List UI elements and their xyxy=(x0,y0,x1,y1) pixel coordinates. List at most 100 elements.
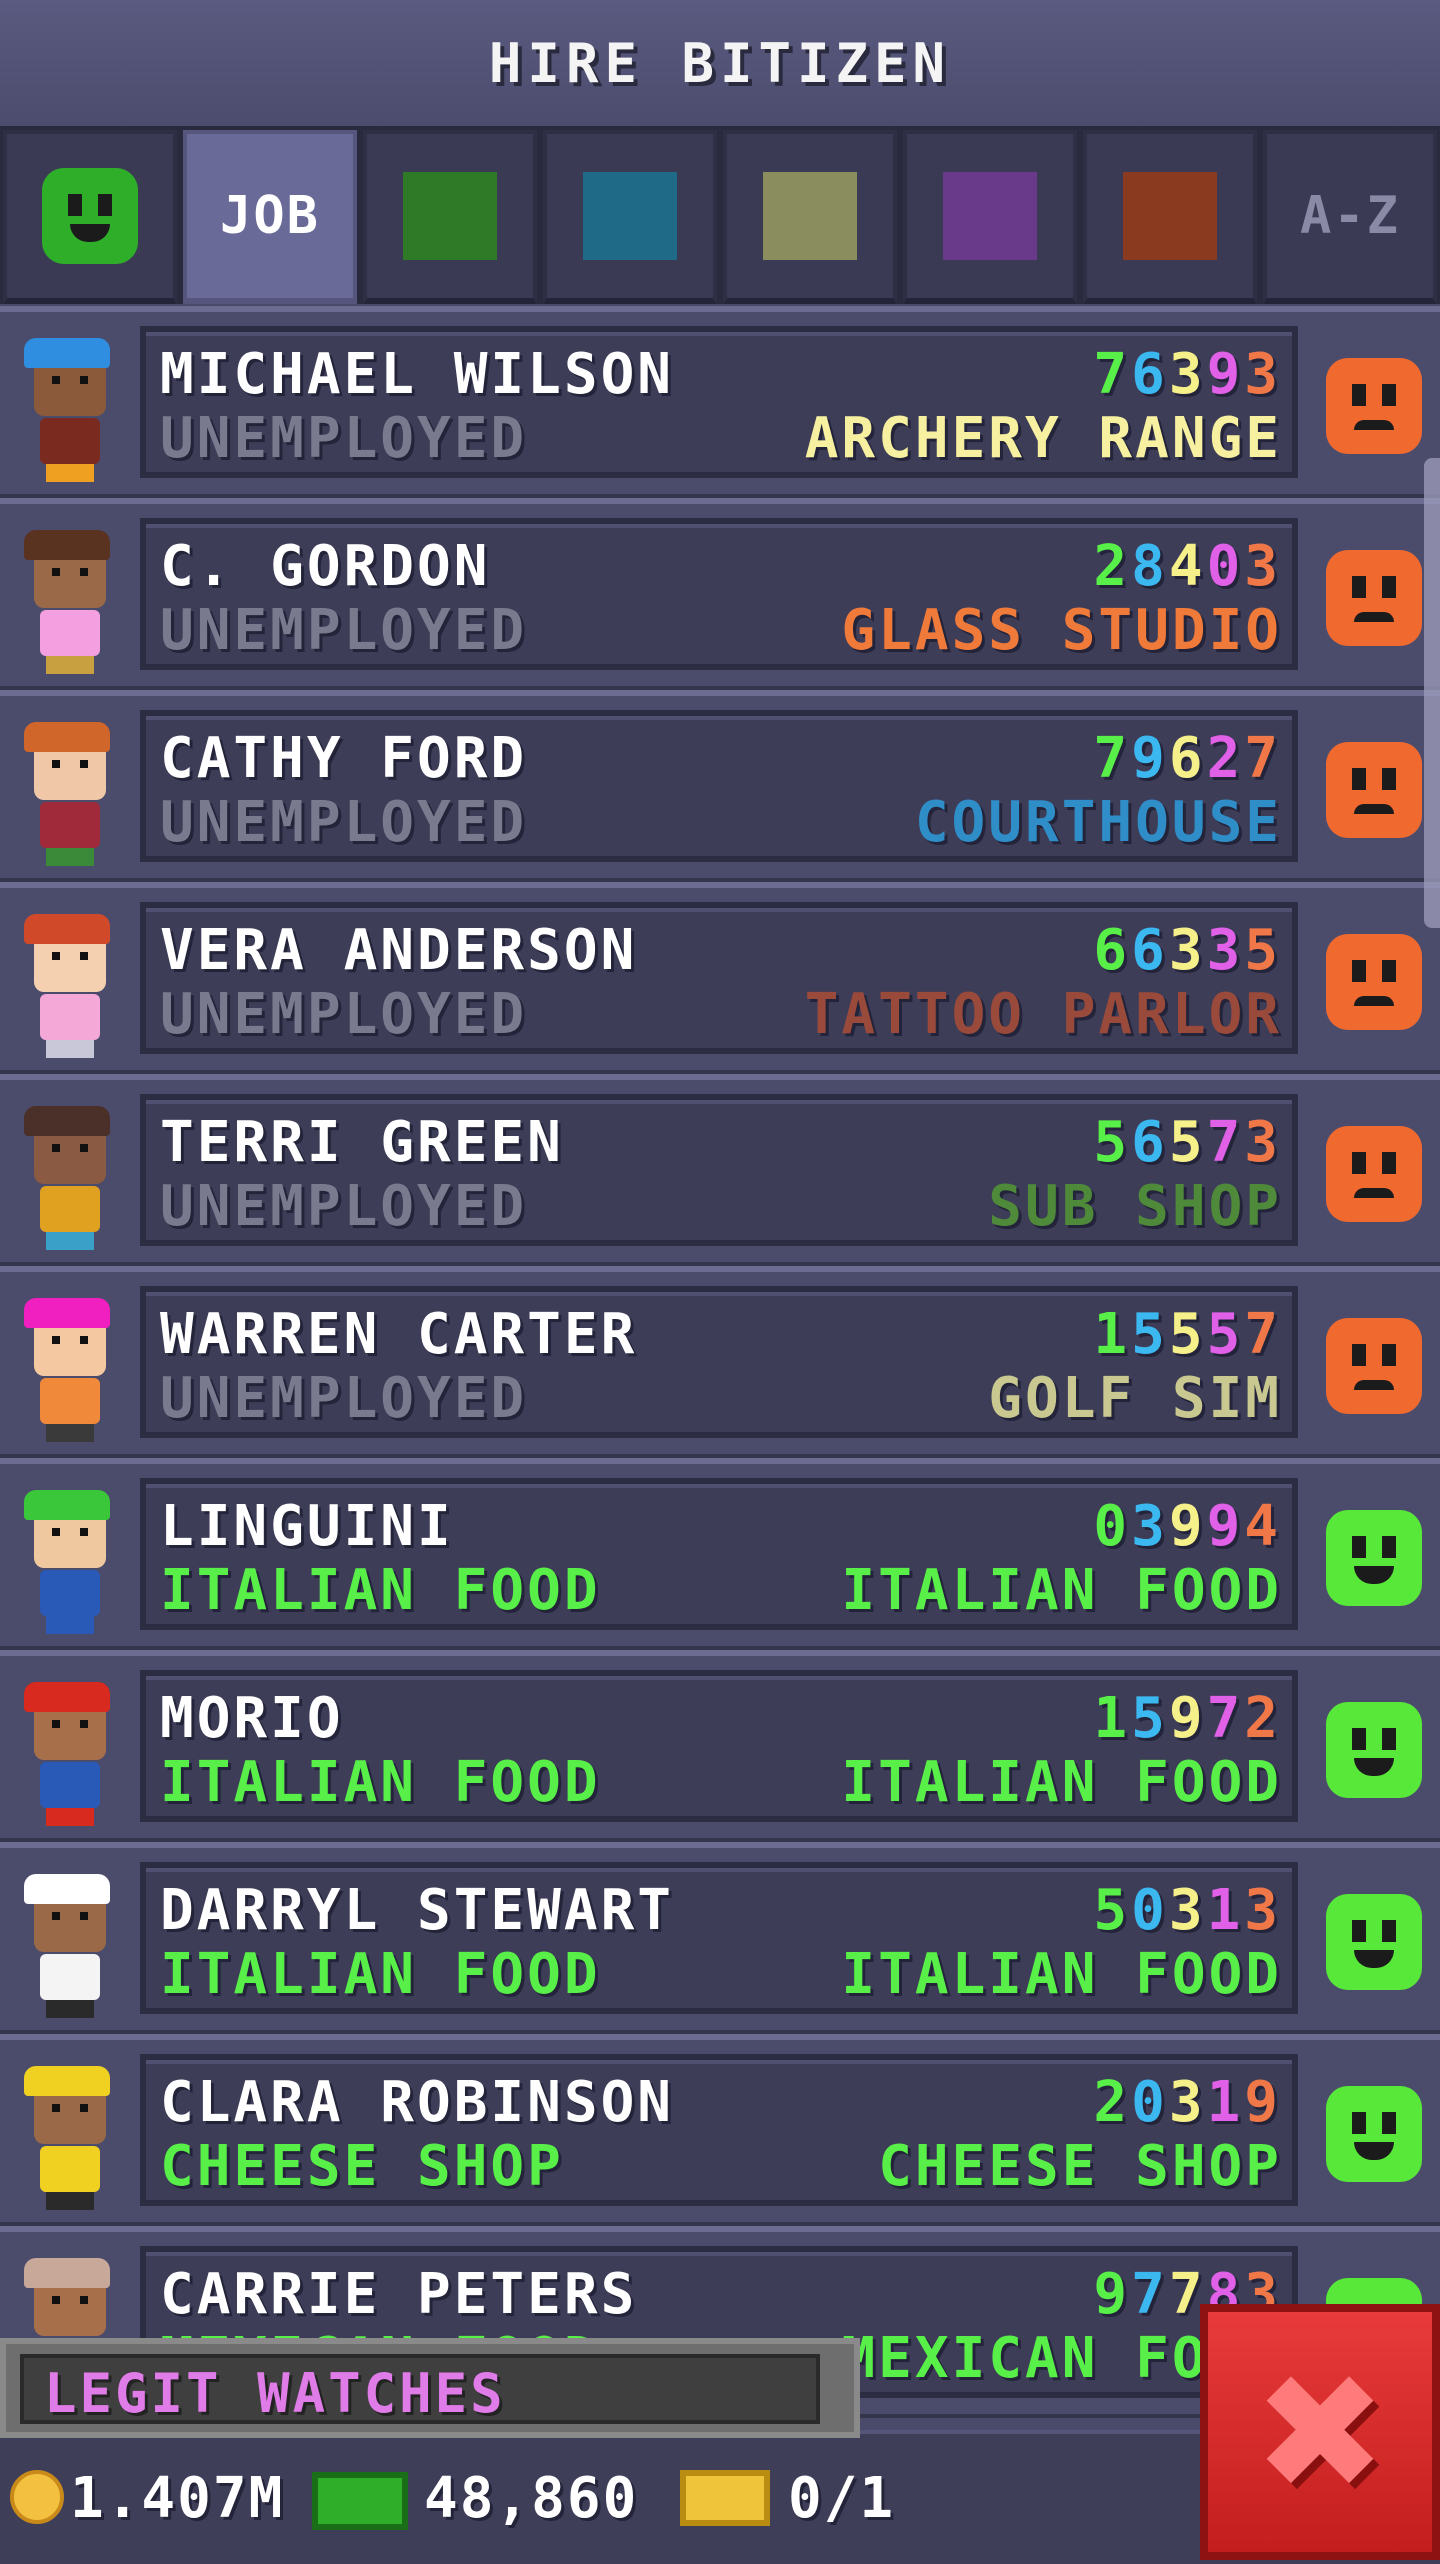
skill-digit: 5 xyxy=(1168,1302,1207,1367)
ticket-icon xyxy=(680,2470,770,2526)
tickets-count: 0/1 xyxy=(788,2466,896,2531)
smiley-icon xyxy=(42,168,138,264)
dream-job: ARCHERY RANGE xyxy=(804,406,1282,471)
skill-digit: 5 xyxy=(1244,918,1282,983)
skill-digit: 3 xyxy=(1244,534,1282,599)
dream-job: GLASS STUDIO xyxy=(841,598,1282,663)
bux-count: 48,860 xyxy=(424,2466,639,2531)
skill-digits: 56573 xyxy=(1093,1110,1282,1175)
bitizen-row[interactable]: WARREN CARTER UNEMPLOYED 15557 GOLF SIM xyxy=(0,1266,1440,1458)
skill-digit: 6 xyxy=(1131,918,1169,983)
happy-face-icon xyxy=(1326,1894,1422,1990)
bitizen-row[interactable]: LINGUINI ITALIAN FOOD 03994 ITALIAN FOOD xyxy=(0,1458,1440,1650)
bitizen-card: TERRI GREEN UNEMPLOYED 56573 SUB SHOP xyxy=(140,1094,1298,1246)
current-job: UNEMPLOYED xyxy=(160,406,528,471)
tab-sort-service[interactable] xyxy=(543,130,717,304)
skill-digits: 50313 xyxy=(1093,1878,1282,1943)
bitizen-name: CARRIE PETERS xyxy=(160,2262,638,2327)
bitizen-row[interactable]: CATHY FORD UNEMPLOYED 79627 COURTHOUSE xyxy=(0,690,1440,882)
happy-face-icon xyxy=(1326,1510,1422,1606)
scrollbar[interactable] xyxy=(1424,458,1440,928)
skill-digit: 1 xyxy=(1206,2070,1245,2135)
tab-sort-mood[interactable] xyxy=(3,130,177,304)
current-job: UNEMPLOYED xyxy=(160,982,528,1047)
category-swatch xyxy=(583,172,677,260)
sad-face-icon xyxy=(1326,1126,1422,1222)
bitizen-avatar xyxy=(12,1096,122,1256)
skill-digit: 6 xyxy=(1131,1110,1169,1175)
skill-digit: 3 xyxy=(1206,918,1245,983)
bitizen-card: LINGUINI ITALIAN FOOD 03994 ITALIAN FOOD xyxy=(140,1478,1298,1630)
skill-digit: 3 xyxy=(1168,1878,1207,1943)
sad-face-icon xyxy=(1326,358,1422,454)
skill-digits: 66335 xyxy=(1093,918,1282,983)
bitizen-row[interactable]: MORIO ITALIAN FOOD 15972 ITALIAN FOOD xyxy=(0,1650,1440,1842)
bitizen-row[interactable]: VERA ANDERSON UNEMPLOYED 66335 TATTOO PA… xyxy=(0,882,1440,1074)
tab-sort-food[interactable] xyxy=(363,130,537,304)
skill-digit: 6 xyxy=(1131,342,1169,407)
skill-digits: 15972 xyxy=(1093,1686,1282,1751)
category-swatch xyxy=(943,172,1037,260)
skill-digit: 9 xyxy=(1206,342,1245,407)
ad-banner[interactable]: LEGIT WATCHES xyxy=(0,2338,860,2438)
bitizen-row[interactable]: C. GORDON UNEMPLOYED 28403 GLASS STUDIO xyxy=(0,498,1440,690)
bitizen-avatar xyxy=(12,328,122,488)
skill-digit: 9 xyxy=(1206,1494,1245,1559)
dream-job: TATTOO PARLOR xyxy=(804,982,1282,1047)
skill-digit: 7 xyxy=(1206,1686,1245,1751)
skill-digit: 9 xyxy=(1168,1494,1207,1559)
skill-digits: 20319 xyxy=(1093,2070,1282,2135)
bitizen-row[interactable]: DARRYL STEWART ITALIAN FOOD 50313 ITALIA… xyxy=(0,1842,1440,2034)
bitizen-card: MORIO ITALIAN FOOD 15972 ITALIAN FOOD xyxy=(140,1670,1298,1822)
bitizen-avatar xyxy=(12,1864,122,2024)
skill-digit: 5 xyxy=(1093,1878,1132,1943)
ad-text: LEGIT WATCHES xyxy=(44,2362,506,2425)
close-button[interactable]: ✖ xyxy=(1200,2304,1440,2560)
current-job: ITALIAN FOOD xyxy=(160,1558,601,1623)
skill-digit: 6 xyxy=(1168,726,1207,791)
bitizen-name: MICHAEL WILSON xyxy=(160,342,675,407)
tab-sort-retail[interactable] xyxy=(903,130,1077,304)
sad-face-icon xyxy=(1326,742,1422,838)
skill-digit: 5 xyxy=(1206,1302,1245,1367)
dream-job: CHEESE SHOP xyxy=(878,2134,1282,2199)
sad-face-icon xyxy=(1326,934,1422,1030)
skill-digit: 3 xyxy=(1168,2070,1207,2135)
skill-digits: 03994 xyxy=(1093,1494,1282,1559)
tab-label: JOB xyxy=(220,186,320,246)
tab-sort-recreation[interactable] xyxy=(723,130,897,304)
skill-digit: 9 xyxy=(1131,726,1169,791)
tab-sort-job[interactable]: JOB xyxy=(183,130,357,304)
coin-icon xyxy=(10,2470,64,2524)
current-job: ITALIAN FOOD xyxy=(160,1750,601,1815)
skill-digit: 9 xyxy=(1244,2070,1282,2135)
bitizen-avatar xyxy=(12,520,122,680)
current-job: ITALIAN FOOD xyxy=(160,1942,601,2007)
tab-label: A-Z xyxy=(1300,186,1400,246)
skill-digit: 3 xyxy=(1244,342,1282,407)
tab-sort-alphabetical[interactable]: A-Z xyxy=(1263,130,1437,304)
tab-sort-creative[interactable] xyxy=(1083,130,1257,304)
skill-digit: 0 xyxy=(1131,1878,1169,1943)
skill-digit: 7 xyxy=(1093,342,1132,407)
skill-digit: 2 xyxy=(1206,726,1245,791)
skill-digit: 1 xyxy=(1093,1302,1132,1367)
skill-digit: 7 xyxy=(1244,726,1282,791)
dream-job: SUB SHOP xyxy=(988,1174,1282,1239)
bitizen-row[interactable]: TERRI GREEN UNEMPLOYED 56573 SUB SHOP xyxy=(0,1074,1440,1266)
skill-digit: 1 xyxy=(1206,1878,1245,1943)
bitizen-card: MICHAEL WILSON UNEMPLOYED 76393 ARCHERY … xyxy=(140,326,1298,478)
skill-digits: 28403 xyxy=(1093,534,1282,599)
bitizen-name: CLARA ROBINSON xyxy=(160,2070,675,2135)
bitizen-list: MICHAEL WILSON UNEMPLOYED 76393 ARCHERY … xyxy=(0,306,1440,2418)
bitizen-row[interactable]: CLARA ROBINSON CHEESE SHOP 20319 CHEESE … xyxy=(0,2034,1440,2226)
dream-job: GOLF SIM xyxy=(988,1366,1282,1431)
sad-face-icon xyxy=(1326,550,1422,646)
bux-icon xyxy=(312,2472,408,2530)
page-title: HIRE BITIZEN xyxy=(488,31,952,95)
skill-digit: 1 xyxy=(1093,1686,1132,1751)
bitizen-avatar xyxy=(12,1672,122,1832)
bitizen-row[interactable]: MICHAEL WILSON UNEMPLOYED 76393 ARCHERY … xyxy=(0,306,1440,498)
skill-digit: 7 xyxy=(1206,1110,1245,1175)
skill-digit: 0 xyxy=(1131,2070,1169,2135)
